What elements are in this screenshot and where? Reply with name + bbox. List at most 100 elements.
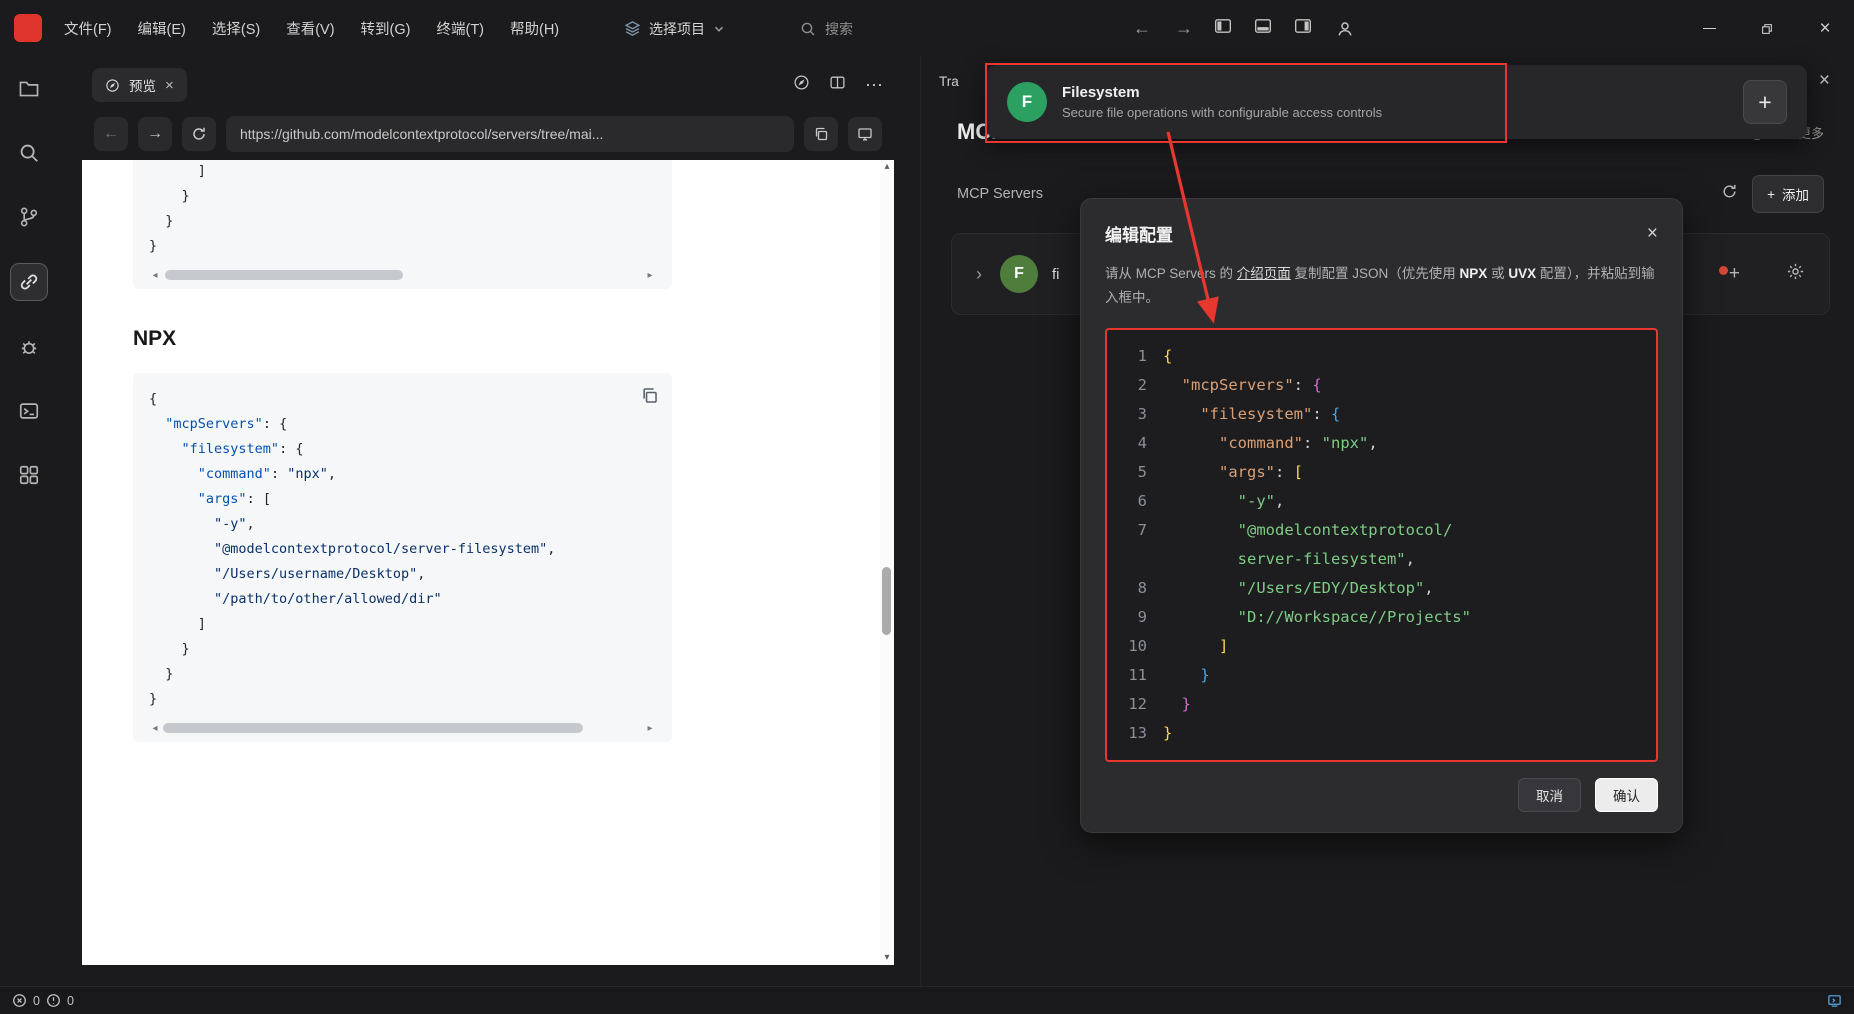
section-heading: NPX bbox=[133, 327, 177, 350]
titlebar: 文件(F) 编辑(E) 选择(S) 查看(V) 转到(G) 终端(T) 帮助(H… bbox=[0, 0, 1854, 57]
scroll-left-icon[interactable]: ◂ bbox=[149, 270, 161, 281]
remote-indicator[interactable] bbox=[1827, 993, 1842, 1008]
toast-add-button[interactable]: + bbox=[1743, 80, 1787, 124]
grid-icon bbox=[19, 465, 38, 485]
account-button[interactable] bbox=[1336, 0, 1354, 57]
layers-icon bbox=[624, 21, 641, 36]
status-bar: 0 0 bbox=[0, 986, 1854, 1014]
copy-icon bbox=[643, 388, 657, 403]
activitybar-explorer[interactable] bbox=[11, 71, 47, 107]
errors-count[interactable]: 0 bbox=[33, 994, 40, 1008]
activitybar-terminal[interactable] bbox=[11, 393, 47, 429]
dialog-description: 请从 MCP Servers 的 介绍页面 复制配置 JSON（优先使用 NPX… bbox=[1105, 266, 1655, 305]
activitybar-debug[interactable] bbox=[11, 329, 47, 365]
mcp-servers-label: MCP Servers bbox=[957, 186, 1043, 202]
scroll-right-icon[interactable]: ▸ bbox=[644, 270, 656, 281]
browser-refresh-button[interactable] bbox=[182, 117, 216, 151]
tab-preview[interactable]: 预览 × bbox=[92, 68, 187, 102]
chevron-right-icon[interactable]: › bbox=[976, 264, 982, 285]
browser-viewport: /projects ] } }} ◂ ▸ NPX { "mcpServers":… bbox=[82, 160, 894, 965]
scrollbar-thumb[interactable] bbox=[882, 567, 891, 635]
scroll-down-icon[interactable]: ▾ bbox=[881, 951, 893, 965]
server-name: fi bbox=[1052, 265, 1060, 283]
menu-file[interactable]: 文件(F) bbox=[64, 18, 112, 39]
tab-label: 预览 bbox=[129, 79, 156, 94]
errors-icon bbox=[13, 994, 26, 1007]
copy-url-button[interactable] bbox=[804, 117, 838, 151]
panel-tab-label[interactable]: Tra bbox=[939, 74, 959, 89]
web-page-content: /projects ] } }} ◂ ▸ NPX { "mcpServers":… bbox=[82, 160, 880, 965]
browser-forward-button[interactable]: → bbox=[138, 117, 172, 151]
toggle-sidebar-button[interactable] bbox=[1214, 17, 1232, 40]
layout-controls bbox=[1214, 0, 1312, 57]
open-in-browser-button[interactable] bbox=[793, 74, 810, 96]
tabbar-actions: ⋯ bbox=[793, 62, 884, 108]
git-branch-icon bbox=[20, 207, 37, 227]
toast-subtitle: Secure file operations with configurable… bbox=[1062, 105, 1383, 120]
menu-selection[interactable]: 选择(S) bbox=[212, 18, 260, 39]
toggle-panel-button[interactable] bbox=[1254, 17, 1272, 40]
activitybar-search[interactable] bbox=[11, 135, 47, 171]
horizontal-scrollbar[interactable]: ◂ ▸ bbox=[149, 267, 656, 283]
minimize-button[interactable] bbox=[1680, 0, 1738, 57]
add-server-button[interactable]: + 添加 bbox=[1752, 175, 1824, 213]
scroll-left-icon[interactable]: ◂ bbox=[149, 723, 161, 734]
scroll-right-icon[interactable]: ▸ bbox=[644, 723, 656, 734]
tab-close-icon[interactable]: × bbox=[165, 77, 174, 94]
browser-back-button[interactable]: ← bbox=[94, 117, 128, 151]
url-bar[interactable]: https://github.com/modelcontextprotocol/… bbox=[226, 116, 794, 152]
dialog-close-button[interactable]: × bbox=[1647, 223, 1658, 245]
config-json-editor[interactable]: 1{2 "mcpServers": {3 "filesystem": {4 "c… bbox=[1105, 328, 1658, 762]
cancel-button[interactable]: 取消 bbox=[1518, 778, 1581, 812]
horizontal-scrollbar[interactable]: ◂ ▸ bbox=[149, 720, 656, 736]
menu-goto[interactable]: 转到(G) bbox=[361, 18, 411, 39]
warnings-count[interactable]: 0 bbox=[67, 994, 74, 1008]
menu-view[interactable]: 查看(V) bbox=[286, 18, 334, 39]
edit-config-dialog: 编辑配置 × 请从 MCP Servers 的 介绍页面 复制配置 JSON（优… bbox=[1080, 198, 1683, 833]
menu-terminal[interactable]: 终端(T) bbox=[436, 18, 484, 39]
history-nav: ← → bbox=[1133, 0, 1193, 57]
refresh-servers-button[interactable] bbox=[1721, 183, 1738, 205]
app-window: 文件(F) 编辑(E) 选择(S) 查看(V) 转到(G) 终端(T) 帮助(H… bbox=[0, 0, 1854, 1014]
copy-icon bbox=[815, 127, 828, 141]
scroll-up-icon[interactable]: ▴ bbox=[881, 160, 893, 174]
device-preview-button[interactable] bbox=[848, 117, 882, 151]
add-to-agent-button[interactable]: + bbox=[1718, 263, 1740, 285]
vertical-scrollbar[interactable]: ▴ ▾ bbox=[880, 160, 894, 965]
search-icon bbox=[801, 22, 815, 35]
monitor-icon bbox=[858, 128, 872, 141]
toggle-secondary-sidebar-button[interactable] bbox=[1294, 17, 1312, 40]
bug-icon bbox=[21, 341, 36, 354]
close-window-button[interactable]: × bbox=[1796, 0, 1854, 57]
search-placeholder: 搜索 bbox=[825, 20, 853, 37]
menu-help[interactable]: 帮助(H) bbox=[510, 18, 559, 39]
panel-close-button[interactable]: × bbox=[1819, 70, 1830, 92]
confirm-button[interactable]: 确认 bbox=[1595, 778, 1658, 812]
activitybar-mcp[interactable] bbox=[9, 263, 48, 301]
nav-back-button[interactable]: ← bbox=[1133, 18, 1151, 39]
copy-code-button[interactable] bbox=[640, 386, 659, 410]
scrollbar-thumb[interactable] bbox=[165, 270, 403, 280]
remote-window-icon bbox=[1828, 995, 1841, 1007]
code-block-npx: { "mcpServers": { "filesystem": { "comma… bbox=[133, 373, 672, 742]
activitybar-source-control[interactable] bbox=[11, 199, 47, 235]
server-avatar: F bbox=[1000, 255, 1038, 293]
server-settings-button[interactable] bbox=[1786, 262, 1805, 286]
window-controls: × bbox=[1680, 0, 1854, 57]
code-block-partial: /projects ] } }} ◂ ▸ bbox=[133, 160, 672, 289]
intro-page-link[interactable]: 介绍页面 bbox=[1237, 266, 1291, 281]
split-editor-button[interactable] bbox=[829, 74, 846, 96]
nav-forward-button[interactable]: → bbox=[1175, 18, 1193, 39]
project-selector[interactable]: 选择项目 bbox=[612, 12, 737, 45]
scrollbar-thumb[interactable] bbox=[163, 723, 583, 733]
menu-edit[interactable]: 编辑(E) bbox=[138, 18, 186, 39]
search-icon bbox=[20, 144, 38, 162]
restore-button[interactable] bbox=[1738, 0, 1796, 57]
editor-group: 预览 × ⋯ ← → https://github.com/modelconte… bbox=[82, 62, 894, 965]
more-actions-button[interactable]: ⋯ bbox=[865, 75, 884, 96]
person-icon bbox=[1338, 21, 1352, 36]
app-logo[interactable] bbox=[14, 14, 42, 42]
global-search[interactable]: 搜索 bbox=[800, 0, 853, 57]
filesystem-toast: F Filesystem Secure file operations with… bbox=[987, 65, 1807, 139]
activitybar-extensions[interactable] bbox=[11, 457, 47, 493]
